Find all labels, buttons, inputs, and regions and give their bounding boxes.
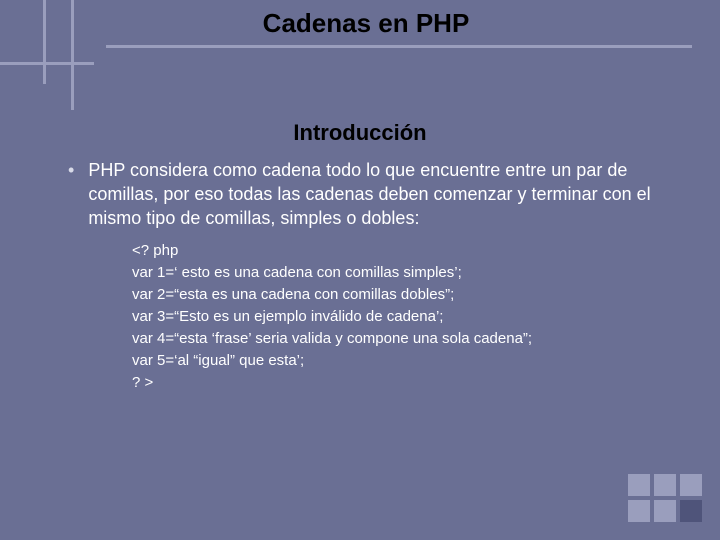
- title-underline: [106, 45, 692, 48]
- decor-vertical-line-2: [71, 0, 74, 110]
- decor-square: [680, 474, 702, 496]
- bullet-item: • PHP considera como cadena todo lo que …: [68, 158, 668, 230]
- bullet-text: PHP considera como cadena todo lo que en…: [88, 158, 668, 230]
- title-container: Cadenas en PHP: [106, 8, 626, 44]
- decor-square: [654, 474, 676, 496]
- code-line: var 3=“Esto es un ejemplo inválido de ca…: [132, 306, 668, 328]
- code-line: var 5=‘al “igual” que esta’;: [132, 350, 668, 372]
- code-example: <? php var 1=‘ esto es una cadena con co…: [132, 240, 668, 394]
- decor-square: [628, 500, 650, 522]
- code-line: var 4=“esta ‘frase’ seria valida y compo…: [132, 328, 668, 350]
- slide-title: Cadenas en PHP: [263, 8, 470, 38]
- code-line: var 1=‘ esto es una cadena con comillas …: [132, 262, 668, 284]
- code-line: ? >: [132, 372, 668, 394]
- code-line: var 2=“esta es una cadena con comillas d…: [132, 284, 668, 306]
- decor-horizontal-line-short: [0, 62, 94, 65]
- decor-square: [680, 500, 702, 522]
- code-line: <? php: [132, 240, 668, 262]
- slide-subtitle: Introducción: [0, 120, 720, 146]
- decor-vertical-line-1: [43, 0, 46, 84]
- decor-square: [628, 474, 650, 496]
- content-area: • PHP considera como cadena todo lo que …: [68, 158, 668, 394]
- bullet-marker: •: [68, 158, 74, 230]
- decor-square: [654, 500, 676, 522]
- decor-squares: [628, 474, 702, 522]
